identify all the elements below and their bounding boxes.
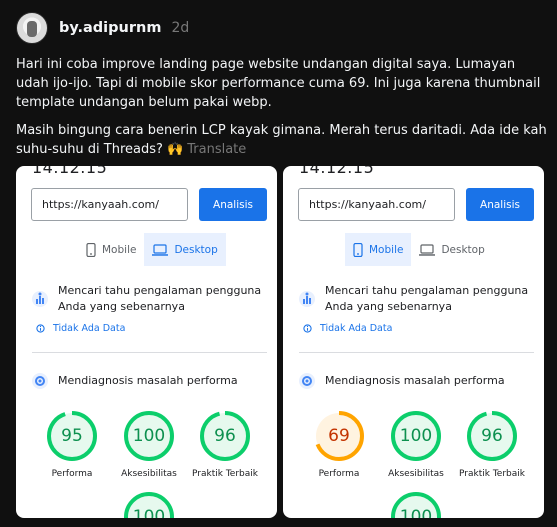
score-gauge-seo[interactable]: 100 xyxy=(123,491,175,518)
post-paragraph-2-text: Masih bingung cara benerin LCP kayak gim… xyxy=(16,123,547,157)
score-value: 69 xyxy=(328,426,350,446)
screenshot-card-desktop[interactable]: 14.12.15 https://kanyaah.com/Analisis Mobi… xyxy=(16,166,277,518)
tab-desktop[interactable]: Desktop xyxy=(144,233,226,266)
score-value: 95 xyxy=(61,426,83,446)
screenshot-card-mobile[interactable]: 14.12.15 https://kanyaah.com/Analisis Mobi… xyxy=(283,166,544,518)
tab-mobile-label: Mobile xyxy=(102,243,137,256)
phone-icon xyxy=(353,242,363,257)
score-gauge-1[interactable]: 100 xyxy=(390,410,442,462)
url-input[interactable]: https://kanyaah.com/ xyxy=(298,188,455,221)
field-data-title: Mencari tahu pengalaman pengguna Anda ya… xyxy=(58,284,262,313)
tab-mobile-label: Mobile xyxy=(369,243,404,256)
tab-desktop-label: Desktop xyxy=(441,243,485,256)
score-label: Praktik Terbaik xyxy=(192,469,258,479)
score-gauge-0[interactable]: 95 xyxy=(46,410,98,462)
device-tabs: Mobile Desktop xyxy=(345,233,493,266)
analyze-button[interactable]: Analisis xyxy=(199,188,267,221)
tab-desktop[interactable]: Desktop xyxy=(411,233,492,266)
users-data-icon xyxy=(299,291,315,307)
section-divider xyxy=(299,352,534,353)
tab-mobile[interactable]: Mobile xyxy=(78,233,144,266)
score-value: 100 xyxy=(132,426,166,446)
post-age: 2d xyxy=(171,20,190,36)
info-icon xyxy=(303,324,312,333)
post-paragraph-2: Masih bingung cara benerin LCP kayak gim… xyxy=(16,121,548,159)
lighthouse-diagnose-icon xyxy=(32,373,48,389)
no-data-text: Tidak Ada Data xyxy=(320,323,393,334)
diagnose-title: Mendiagnosis masalah performa xyxy=(325,374,505,387)
analyze-button[interactable]: Analisis xyxy=(466,188,534,221)
no-data-row: Tidak Ada Data xyxy=(303,323,392,334)
score-value: 100 xyxy=(399,426,433,446)
lighthouse-diagnose-icon xyxy=(299,373,315,389)
no-data-row: Tidak Ada Data xyxy=(36,323,125,334)
username[interactable]: by.adipurnm xyxy=(59,20,161,36)
desktop-icon xyxy=(419,243,436,256)
field-data-title: Mencari tahu pengalaman pengguna Anda ya… xyxy=(325,284,529,313)
diagnose-title: Mendiagnosis masalah performa xyxy=(58,374,238,387)
tab-desktop-label: Desktop xyxy=(174,243,218,256)
tab-mobile[interactable]: Mobile xyxy=(345,233,412,266)
score-value: 100 xyxy=(399,507,433,518)
score-gauge-1[interactable]: 100 xyxy=(123,410,175,462)
score-value: 96 xyxy=(481,426,503,446)
report-date: 14.12.15 xyxy=(299,166,375,177)
score-gauge-0[interactable]: 69 xyxy=(313,410,365,462)
desktop-icon xyxy=(152,243,169,256)
users-data-icon xyxy=(32,291,48,307)
phone-icon xyxy=(86,242,96,257)
url-input[interactable]: https://kanyaah.com/ xyxy=(31,188,188,221)
score-value: 100 xyxy=(132,507,166,518)
no-data-text: Tidak Ada Data xyxy=(53,323,126,334)
score-gauge-seo[interactable]: 100 xyxy=(390,491,442,518)
info-icon xyxy=(36,324,45,333)
score-label: Praktik Terbaik xyxy=(459,469,525,479)
score-value: 96 xyxy=(214,426,236,446)
avatar[interactable] xyxy=(16,12,48,44)
device-tabs: Mobile Desktop xyxy=(78,233,226,266)
post-header: by.adipurnm 2d xyxy=(16,12,189,44)
score-gauge-2[interactable]: 96 xyxy=(199,410,251,462)
section-divider xyxy=(32,352,267,353)
translate-link[interactable]: Translate xyxy=(187,142,246,157)
report-date: 14.12.15 xyxy=(32,166,108,177)
post-paragraph-1: Hari ini coba improve landing page websi… xyxy=(16,57,541,110)
score-gauge-2[interactable]: 96 xyxy=(466,410,518,462)
